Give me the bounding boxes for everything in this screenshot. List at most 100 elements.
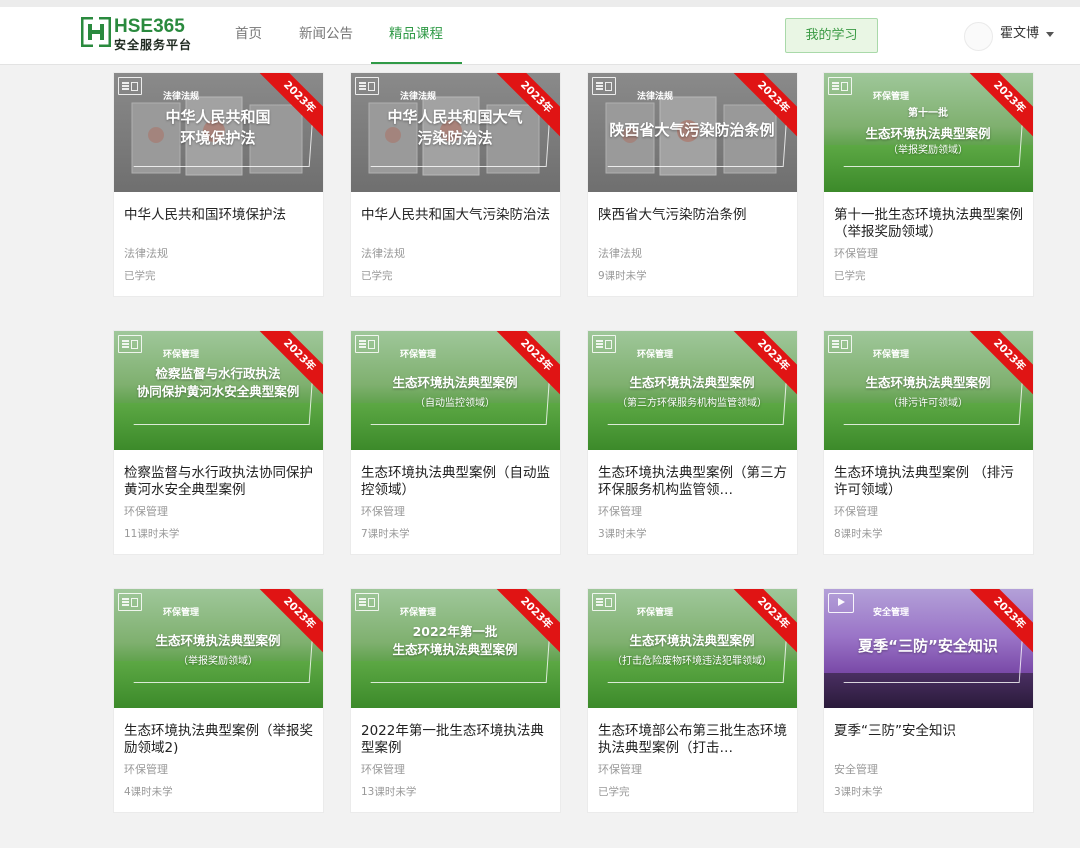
thumb-title-line: 环境保护法 <box>180 129 256 147</box>
thumb-category: 法律法规 <box>163 92 200 102</box>
thumb-title-line: 生态环境执法典型案例 <box>155 633 281 648</box>
thumb-subtitle: （举报奖励领域） <box>178 656 258 667</box>
course-status: 已学完 <box>124 270 156 282</box>
course-card[interactable]: 法律法规 中华人民共和国 环境保护法 2023年 中华人民共和国环境保护法 法律法规 已学完 <box>113 72 324 297</box>
course-card[interactable]: 安全管理 夏季“三防”安全知识 2023年 夏季“三防”安全知识 安全管理 3课时未学 <box>823 588 1034 813</box>
course-thumbnail[interactable]: 环保管理 生态环境执法典型案例 （第三方环保服务机构监管领域） 2023年 <box>588 331 797 450</box>
course-thumbnail[interactable]: 环保管理 生态环境执法典型案例 （排污许可领域） 2023年 <box>824 331 1033 450</box>
document-icon <box>355 593 379 611</box>
course-card[interactable]: 环保管理 生态环境执法典型案例 （打击危险废物环境违法犯罪领域） 2023年生态环境部… <box>587 588 798 813</box>
my-study-button[interactable]: 我的学习 <box>785 18 878 53</box>
course-card[interactable]: 环保管理 生态环境执法典型案例 （第三方环保服务机构监管领域） 2023年 生态环境执法… <box>587 330 798 555</box>
thumb-subtitle: （自动监控领域） <box>415 398 495 409</box>
nav-news[interactable]: 新闻公告 <box>299 7 353 62</box>
course-card[interactable]: 环保管理 生态环境执法典型案例 （自动监控领域） 2023年生态环境执法典型案例（自动… <box>350 330 561 555</box>
thumb-title-line: 生态环境执法典型案例 <box>629 375 755 390</box>
document-icon <box>355 335 379 353</box>
course-title[interactable]: 检察监督与水行政执法协同保护黄河水安全典型案例 <box>124 465 316 505</box>
course-title[interactable]: 中华人民共和国大气污染防治法 <box>361 207 553 247</box>
course-thumbnail[interactable]: 安全管理 夏季“三防”安全知识 2023年 <box>824 589 1033 708</box>
course-thumbnail[interactable]: 法律法规 陕西省大气污染防治条例 2023年 <box>588 73 797 192</box>
course-status: 8课时未学 <box>834 528 883 540</box>
course-category: 环保管理 <box>834 505 878 518</box>
logo[interactable]: HSE365 安全服务平台 <box>81 16 201 56</box>
document-icon <box>355 77 379 95</box>
thumb-category: 环保管理 <box>873 350 910 360</box>
course-card[interactable]: 环保管理 生态环境执法典型案例 （举报奖励领域） 2023年 生态环境执法典型案例（举报… <box>113 588 324 813</box>
thumb-category: 环保管理 <box>163 350 200 360</box>
thumb-category: 环保管理 <box>873 92 910 102</box>
thumb-title-line: 中华人民共和国大气 <box>387 108 523 126</box>
thumb-category: 法律法规 <box>400 92 437 102</box>
course-status: 已学完 <box>361 270 393 282</box>
thumb-category: 环保管理 <box>163 608 200 618</box>
header: HSE365 安全服务平台 首页 新闻公告 精品课程 我的学习 霍文博 <box>0 7 1080 65</box>
course-thumbnail[interactable]: 环保管理 2022年第一批 生态环境执法典型案例 2023年 <box>351 589 560 708</box>
course-title[interactable]: 生态环境部公布第三批生态环境执法典型案例（打击… <box>598 723 790 763</box>
course-thumbnail[interactable]: 环保管理 检察监督与水行政执法 协同保护黄河水安全典型案例 2023年 <box>114 331 323 450</box>
thumb-frame <box>370 358 552 425</box>
course-status: 4课时未学 <box>124 786 173 798</box>
course-category: 环保管理 <box>598 505 642 518</box>
username[interactable]: 霍文博 <box>1000 23 1039 45</box>
course-thumbnail[interactable]: 法律法规 中华人民共和国大气 污染防治法 2023年 <box>351 73 560 192</box>
thumb-subtitle: （打击危险废物环境违法犯罪领域） <box>612 656 772 667</box>
course-category: 环保管理 <box>834 247 878 260</box>
document-icon <box>118 335 142 353</box>
course-title[interactable]: 2022年第一批生态环境执法典型案例 <box>361 723 553 763</box>
chevron-down-icon[interactable] <box>1046 32 1054 37</box>
thumb-title-line: 生态环境执法典型案例 <box>865 375 991 390</box>
course-thumbnail[interactable]: 环保管理 生态环境执法典型案例 （举报奖励领域） 2023年 <box>114 589 323 708</box>
course-card[interactable]: 法律法规 陕西省大气污染防治条例 2023年 陕西省大气污染防治条例 法律法规 9课时未学 <box>587 72 798 297</box>
nav-home[interactable]: 首页 <box>235 7 262 62</box>
course-thumbnail[interactable]: 环保管理 生态环境执法典型案例 （打击危险废物环境违法犯罪领域） 2023年 <box>588 589 797 708</box>
document-icon <box>828 335 852 353</box>
course-title[interactable]: 生态环境执法典型案例（自动监控领域） <box>361 465 553 505</box>
logo-subtitle: 安全服务平台 <box>114 38 193 52</box>
course-category: 环保管理 <box>361 505 405 518</box>
thumb-title-line: 夏季“三防”安全知识 <box>858 637 998 655</box>
course-status: 3课时未学 <box>598 528 647 540</box>
course-thumbnail[interactable]: 环保管理 第十一批 生态环境执法典型案例 （举报奖励领域） 2023年 <box>824 73 1033 192</box>
course-category: 法律法规 <box>124 247 168 260</box>
course-title[interactable]: 夏季“三防”安全知识 <box>834 723 1026 763</box>
thumb-category: 安全管理 <box>873 608 910 618</box>
thumb-frame <box>607 358 789 425</box>
course-title[interactable]: 生态环境执法典型案例（举报奖励领域2) <box>124 723 316 763</box>
thumb-title-line: 生态环境执法典型案例 <box>865 126 991 141</box>
course-card[interactable]: 环保管理 2022年第一批 生态环境执法典型案例 2023年 2022年第一批生态环境执… <box>350 588 561 813</box>
document-icon <box>592 77 616 95</box>
course-thumbnail[interactable]: 环保管理 生态环境执法典型案例 （自动监控领域） 2023年 <box>351 331 560 450</box>
nav-active-underline <box>371 62 462 64</box>
course-card[interactable]: 环保管理 第十一批 生态环境执法典型案例 （举报奖励领域） 2023年 第十一批生态环境执… <box>823 72 1034 297</box>
thumb-title-line: 协同保护黄河水安全典型案例 <box>136 384 300 399</box>
course-category: 环保管理 <box>124 505 168 518</box>
document-icon <box>118 593 142 611</box>
course-title[interactable]: 第十一批生态环境执法典型案例（举报奖励领域） <box>834 207 1026 247</box>
course-status: 已学完 <box>834 270 866 282</box>
course-category: 环保管理 <box>598 763 642 776</box>
thumb-title-line: 生态环境执法典型案例 <box>392 642 518 657</box>
course-title[interactable]: 中华人民共和国环境保护法 <box>124 207 316 247</box>
course-title[interactable]: 生态环境执法典型案例（第三方环保服务机构监管领… <box>598 465 790 505</box>
thumb-category: 法律法规 <box>637 92 674 102</box>
course-card[interactable]: 环保管理 生态环境执法典型案例 （排污许可领域） 2023年 生态环境执法典型案例 （排… <box>823 330 1034 555</box>
course-category: 环保管理 <box>124 763 168 776</box>
course-title[interactable]: 生态环境执法典型案例 （排污许可领域） <box>834 465 1026 505</box>
course-category: 安全管理 <box>834 763 878 776</box>
avatar[interactable] <box>964 22 993 51</box>
course-category: 法律法规 <box>598 247 642 260</box>
thumb-subtitle: （举报奖励领域） <box>888 145 968 156</box>
course-status: 已学完 <box>598 786 630 798</box>
course-status: 3课时未学 <box>834 786 883 798</box>
course-thumbnail[interactable]: 法律法规 中华人民共和国 环境保护法 2023年 <box>114 73 323 192</box>
document-icon <box>592 335 616 353</box>
course-title[interactable]: 陕西省大气污染防治条例 <box>598 207 790 247</box>
nav-courses[interactable]: 精品课程 <box>389 7 443 62</box>
thumb-title-line: 第十一批 <box>908 108 948 119</box>
course-status: 13课时未学 <box>361 786 417 798</box>
course-card[interactable]: 法律法规 中华人民共和国大气 污染防治法 2023年 中华人民共和国大气污染防治法 法律法… <box>350 72 561 297</box>
document-icon <box>828 77 852 95</box>
thumb-subtitle: （排污许可领域） <box>888 398 968 409</box>
course-card[interactable]: 环保管理 检察监督与水行政执法 协同保护黄河水安全典型案例 2023年检察监督与水行政… <box>113 330 324 555</box>
